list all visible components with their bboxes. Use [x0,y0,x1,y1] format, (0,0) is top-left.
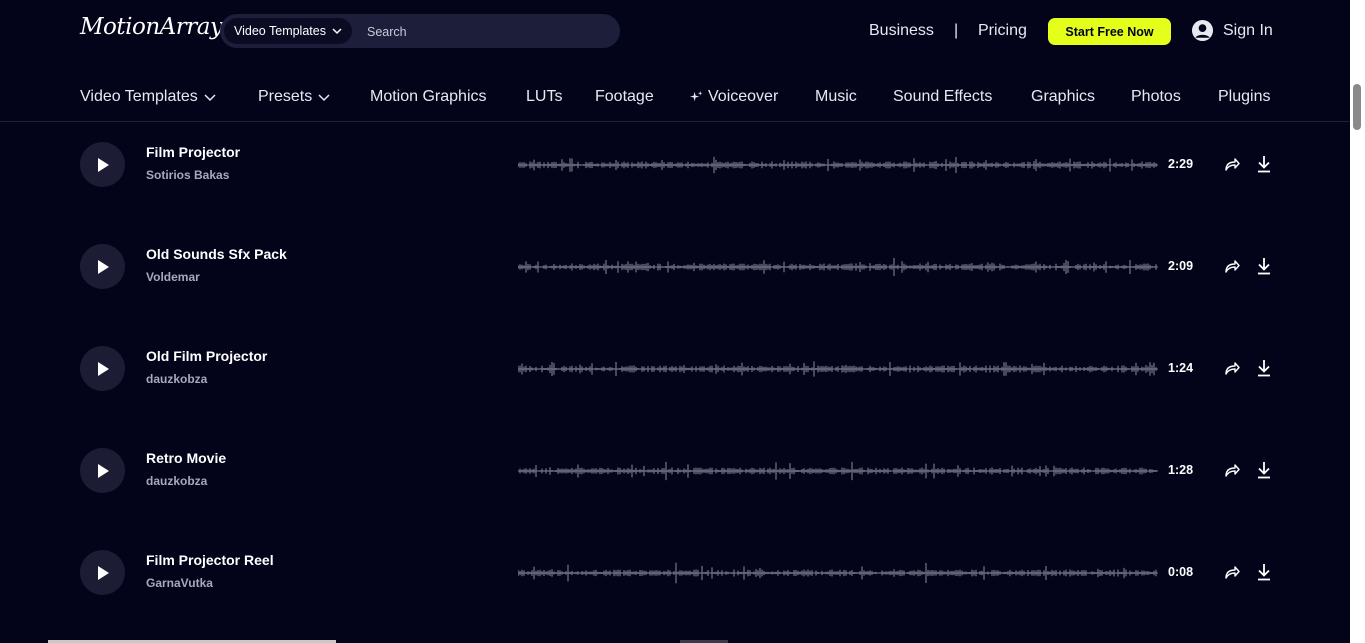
share-icon[interactable] [1223,155,1241,173]
nav-item-luts[interactable]: LUTs [526,88,562,106]
play-icon [96,259,110,275]
sparkle-icon [690,91,703,104]
play-button[interactable] [80,448,125,493]
track-title[interactable]: Old Sounds Sfx Pack [146,246,287,262]
pricing-link[interactable]: Pricing [978,22,1027,40]
nav-item-sound-effects[interactable]: Sound Effects [893,88,992,106]
track-artist[interactable]: GarnaVutka [146,576,213,590]
download-icon[interactable] [1255,358,1273,378]
play-button[interactable] [80,346,125,391]
track-duration: 1:28 [1168,463,1193,477]
play-button[interactable] [80,244,125,289]
nav-item-plugins[interactable]: Plugins [1218,88,1270,106]
track-duration: 2:09 [1168,259,1193,273]
track-duration: 1:24 [1168,361,1193,375]
track-artist[interactable]: dauzkobza [146,474,207,488]
nav-item-graphics[interactable]: Graphics [1031,88,1095,106]
sign-in-label: Sign In [1223,22,1273,40]
track-artist[interactable]: Voldemar [146,270,200,284]
download-icon[interactable] [1255,460,1273,480]
track-title[interactable]: Film Projector [146,144,240,160]
nav-item-label: Graphics [1031,88,1095,106]
track-duration: 0:08 [1168,565,1193,579]
track-title[interactable]: Retro Movie [146,450,226,466]
start-free-button[interactable]: Start Free Now [1048,18,1171,45]
nav-item-presets[interactable]: Presets [258,88,330,106]
nav-item-video-templates[interactable]: Video Templates [80,88,216,106]
category-nav: Video Templates Presets Motion Graphics … [0,78,1350,118]
search-bar: Video Templates [220,14,620,48]
track-duration: 2:29 [1168,157,1193,171]
download-icon[interactable] [1255,256,1273,276]
download-icon[interactable] [1255,562,1273,582]
track-row: Old Sounds Sfx Pack Voldemar 2:09 [80,244,1280,304]
track-row: Old Film Projector dauzkobza 1:24 [80,346,1280,406]
top-header: MotionArray Video Templates Business | P… [0,0,1350,64]
search-input[interactable] [365,21,609,43]
download-icon[interactable] [1255,154,1273,174]
nav-item-label: Footage [595,88,654,106]
nav-item-label: Motion Graphics [370,88,487,106]
play-icon [96,361,110,377]
waveform[interactable] [518,358,1158,380]
nav-item-label: LUTs [526,88,562,106]
nav-item-label: Sound Effects [893,88,992,106]
link-separator: | [954,22,958,40]
nav-item-label: Presets [258,88,312,106]
nav-item-music[interactable]: Music [815,88,857,106]
sign-in-button[interactable]: Sign In [1191,19,1273,42]
share-icon[interactable] [1223,461,1241,479]
nav-item-label: Video Templates [80,88,198,106]
nav-item-label: Photos [1131,88,1181,106]
play-icon [96,463,110,479]
nav-item-label: Voiceover [708,88,778,106]
search-category-dropdown[interactable]: Video Templates [224,18,352,44]
play-button[interactable] [80,142,125,187]
nav-item-photos[interactable]: Photos [1131,88,1181,106]
logo[interactable]: MotionArray [80,14,222,40]
track-row: Retro Movie dauzkobza 1:28 [80,448,1280,508]
nav-item-footage[interactable]: Footage [595,88,654,106]
play-button[interactable] [80,550,125,595]
waveform[interactable] [518,460,1158,482]
nav-item-motion-graphics[interactable]: Motion Graphics [370,88,487,106]
play-icon [96,157,110,173]
nav-item-voiceover[interactable]: Voiceover [690,88,778,106]
waveform[interactable] [518,154,1158,176]
track-row: Film Projector Reel GarnaVutka 0:08 [80,550,1280,610]
chevron-down-icon [318,92,330,102]
track-title[interactable]: Old Film Projector [146,348,267,364]
share-icon[interactable] [1223,563,1241,581]
vertical-scrollbar-thumb[interactable] [1353,84,1361,130]
nav-item-label: Music [815,88,857,106]
search-category-label: Video Templates [234,24,326,38]
business-link[interactable]: Business [869,22,934,40]
share-icon[interactable] [1223,257,1241,275]
header-divider [0,121,1350,122]
play-icon [96,565,110,581]
track-artist[interactable]: dauzkobza [146,372,207,386]
user-circle-icon [1191,19,1214,42]
track-title[interactable]: Film Projector Reel [146,552,274,568]
waveform[interactable] [518,256,1158,278]
chevron-down-icon [332,26,342,36]
nav-item-label: Plugins [1218,88,1270,106]
track-row: Film Projector Sotirios Bakas 2:29 [80,142,1280,202]
share-icon[interactable] [1223,359,1241,377]
chevron-down-icon [204,92,216,102]
track-artist[interactable]: Sotirios Bakas [146,168,229,182]
waveform[interactable] [518,562,1158,584]
